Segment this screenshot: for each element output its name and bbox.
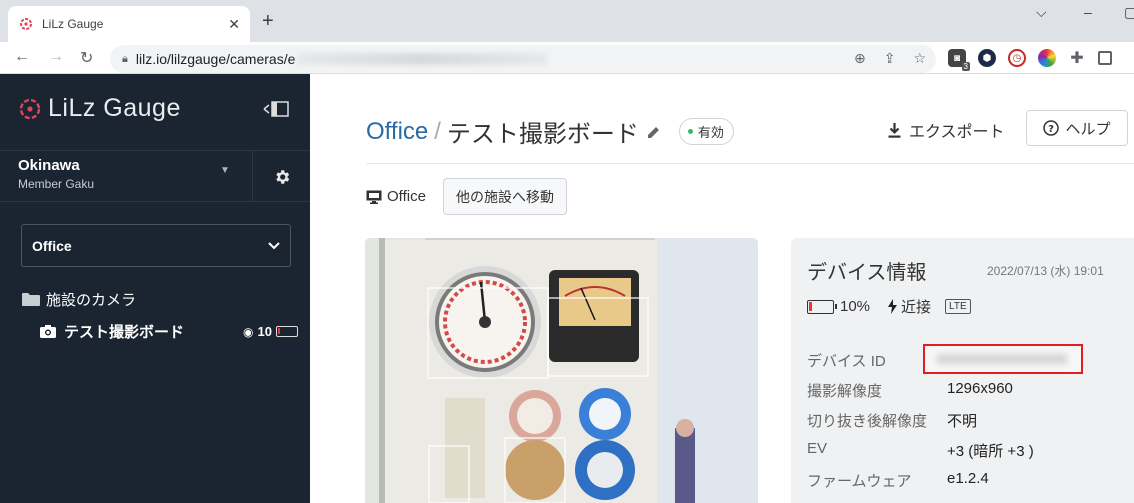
url-visible-char: e (287, 51, 296, 67)
device-row-value: +3 (暗所 +3 ) (947, 443, 1034, 460)
status-dot (687, 129, 693, 134)
folder-icon (22, 293, 40, 306)
brand-logo[interactable]: LiLz Gauge (18, 94, 181, 123)
extension-hex-icon[interactable]: ⬢ (978, 49, 996, 67)
gear-icon (275, 169, 289, 184)
device-info-heading: デバイス情報 (807, 262, 927, 284)
svg-text:?: ? (1049, 124, 1055, 135)
battery-icon (807, 299, 837, 314)
battery-low-icon (276, 326, 298, 337)
account-switcher[interactable]: Okinawa Member Gaku ▼ (0, 150, 310, 202)
new-tab-icon[interactable]: + (262, 10, 274, 33)
url-field[interactable]: 🔒︎ lilz.io/lilzgauge/cameras/e ⊕ ⇪ ☆ (110, 45, 936, 73)
device-row-key: EV (807, 440, 828, 457)
bookmark-star-icon[interactable]: ☆ (913, 50, 926, 67)
device-row-firmware: ファームウェア e1.2.4 (807, 470, 989, 491)
account-role: Member Gaku (18, 177, 95, 191)
minimize-icon[interactable]: – (1084, 4, 1092, 20)
device-id-redacted-highlight (923, 344, 1083, 374)
extension-camera-icon[interactable]: ◙ 3 (948, 49, 970, 71)
header-divider (366, 163, 1134, 164)
device-info-card: デバイス情報 2022/07/13 (水) 19:01 10% 近接 LTE デ… (791, 238, 1134, 503)
gauge-icon: ◉ (243, 324, 254, 339)
device-status-row: 10% 近接 LTE (807, 296, 971, 317)
location-label: Office (387, 188, 426, 205)
edit-pencil-icon[interactable] (647, 125, 661, 139)
chevron-down-icon (268, 241, 280, 249)
maximize-icon[interactable]: ▢ (1124, 4, 1134, 21)
extension-colorpicker-icon[interactable] (1038, 49, 1056, 67)
facility-select[interactable]: Office (21, 224, 291, 267)
export-button[interactable]: エクスポート (888, 118, 1005, 142)
device-row-ev: EV +3 (暗所 +3 ) (807, 440, 1034, 461)
monitor-icon (366, 190, 382, 204)
address-bar-row: ← → ↻ 🔒︎ lilz.io/lilzgauge/cameras/e ⊕ ⇪… (0, 42, 1134, 74)
browser-tab[interactable]: LiLz Gauge ✕ (8, 6, 250, 42)
close-tab-icon[interactable]: ✕ (228, 16, 240, 33)
main-content: Office / テスト撮影ボード 有効 エクスポート ? ヘルプ Office… (310, 74, 1134, 503)
folder-item[interactable]: 施設のカメラ (22, 289, 136, 310)
export-label: エクスポート (909, 124, 1005, 141)
facility-select-value: Office (32, 237, 72, 254)
device-row-crop-resolution: 切り抜き後解像度 不明 (807, 410, 977, 431)
battery-level: 10% (840, 298, 871, 315)
camera-icon (40, 325, 56, 338)
move-facility-button[interactable]: 他の施設へ移動 (443, 178, 567, 215)
folder-label: 施設のカメラ (46, 292, 137, 309)
extensions-puzzle-icon[interactable]: ✚ (1068, 49, 1086, 67)
sidebar-item-camera[interactable]: テスト撮影ボード ◉ 10 (40, 321, 298, 342)
reload-icon[interactable]: ↻ (80, 48, 93, 68)
device-updated-time: 2022/07/13 (水) 19:01 (987, 264, 1104, 278)
settings-button[interactable] (252, 151, 310, 202)
side-panel-icon[interactable] (1098, 51, 1112, 65)
device-row-resolution: 撮影解像度 1296x960 (807, 380, 1013, 401)
extension-badge: 3 (961, 62, 970, 71)
url-text: lilz.io/lilzgauge/cameras/ (135, 51, 288, 67)
status-badge: 有効 (678, 118, 734, 145)
chevron-down-icon[interactable]: ⌵ (1036, 4, 1047, 21)
lilz-logo-icon (19, 98, 41, 119)
help-button[interactable]: ? ヘルプ (1026, 110, 1128, 146)
download-icon (888, 122, 901, 138)
lilz-favicon-icon (20, 18, 32, 30)
tab-title: LiLz Gauge (42, 17, 104, 31)
brand-name: LiLz Gauge (48, 94, 181, 122)
device-row-key: ファームウェア (807, 473, 912, 490)
page-title: テスト撮影ボード (446, 121, 639, 148)
network-type-badge: LTE (945, 299, 971, 314)
facility-location: Office (366, 188, 426, 205)
back-icon[interactable]: ← (14, 48, 30, 66)
browser-tab-strip: LiLz Gauge ✕ + ⌵ – ▢ (0, 0, 1134, 42)
extension-clock-icon[interactable]: ◷ (1008, 49, 1026, 67)
breadcrumb: Office / テスト撮影ボード 有効 (366, 114, 734, 149)
help-label: ヘルプ (1065, 120, 1111, 138)
lock-icon: 🔒︎ (122, 52, 128, 65)
breadcrumb-separator: / (434, 117, 441, 145)
breadcrumb-facility-link[interactable]: Office (366, 118, 428, 146)
bolt-icon (888, 299, 898, 314)
collapse-sidebar-icon[interactable] (262, 100, 290, 118)
question-circle-icon: ? (1043, 120, 1060, 136)
snapshot-illustration (365, 238, 758, 503)
device-row-key: 撮影解像度 (807, 383, 883, 400)
sidebar: LiLz Gauge Okinawa Member Gaku ▼ Office … (0, 74, 310, 503)
zoom-icon[interactable]: ⊕ (854, 50, 866, 67)
share-icon[interactable]: ⇪ (884, 50, 896, 67)
device-row-value: 不明 (947, 413, 978, 430)
device-row-key: 切り抜き後解像度 (807, 413, 928, 430)
forward-icon[interactable]: → (48, 48, 64, 66)
camera-snapshot-image[interactable] (365, 238, 758, 503)
caret-down-icon[interactable]: ▼ (220, 165, 230, 176)
status-text: 有効 (697, 125, 724, 140)
account-name: Okinawa (18, 157, 80, 174)
camera-count: 10 (257, 324, 272, 339)
device-row-value: e1.2.4 (947, 470, 989, 487)
url-redacted (297, 53, 548, 65)
camera-label: テスト撮影ボード (64, 324, 185, 341)
signal-status: 近接 (901, 299, 932, 316)
device-row-value: 1296x960 (947, 380, 1013, 397)
